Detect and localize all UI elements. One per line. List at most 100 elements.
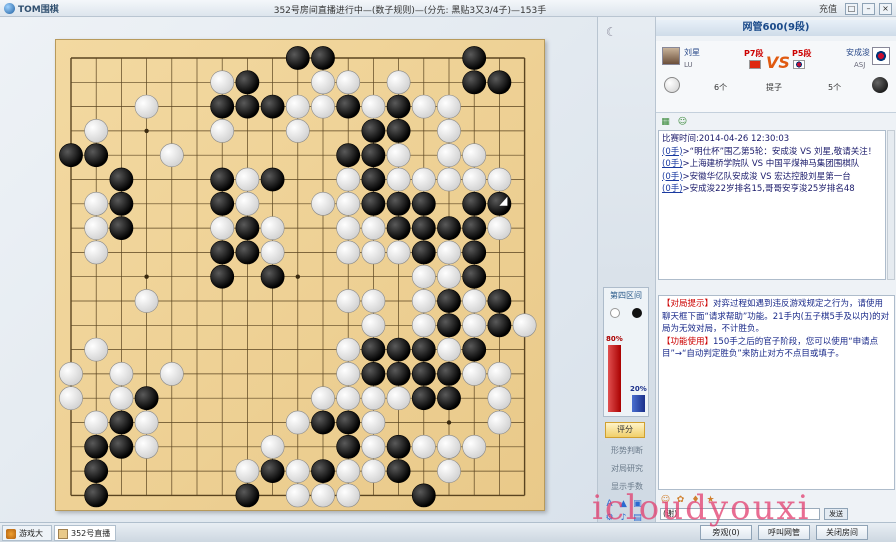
white-stone bbox=[260, 240, 285, 265]
white-stone bbox=[437, 94, 461, 119]
black-stone bbox=[386, 191, 411, 216]
restore-button[interactable]: □ bbox=[845, 2, 858, 15]
black-stone bbox=[462, 337, 487, 362]
game-study-link[interactable]: 对局研究 bbox=[598, 463, 656, 474]
person-icon[interactable]: ☺ bbox=[677, 117, 688, 128]
move-link[interactable]: (0手) bbox=[662, 184, 683, 194]
black-stone bbox=[311, 459, 335, 484]
title-bar: TOM围棋 352号房间直播进行中—(数子规则)—(分先: 黑贴3又3/4子)—… bbox=[0, 0, 896, 17]
black-player-id: ASJ bbox=[854, 61, 866, 69]
black-stone-icon bbox=[632, 308, 642, 318]
move-link[interactable]: (0手) bbox=[662, 159, 683, 169]
black-stone bbox=[59, 143, 83, 168]
white-stone bbox=[285, 94, 310, 119]
side-tool-column: ☾ 第四区间 80% 20% 评分 形势判断 对局研究 显示手数 A ▲ ▣ ⚙… bbox=[597, 17, 656, 523]
white-stone bbox=[361, 434, 386, 459]
white-stone bbox=[386, 143, 411, 168]
minimize-button[interactable]: – bbox=[862, 2, 875, 15]
close-button[interactable]: × bbox=[879, 2, 892, 15]
image-icon[interactable]: ▦ bbox=[660, 117, 671, 128]
white-stone bbox=[336, 70, 361, 95]
tip-heading: 【功能使用】 bbox=[662, 336, 714, 347]
white-stone bbox=[159, 361, 184, 386]
black-stone bbox=[386, 94, 411, 119]
white-stone bbox=[361, 459, 386, 484]
black-captures: 5个 bbox=[828, 83, 842, 92]
log-text: >上海建桥学院队 VS 中国平煤神马集团围棋队 bbox=[682, 159, 860, 169]
white-percent-bar bbox=[632, 395, 645, 412]
white-stone bbox=[437, 240, 461, 265]
black-stone bbox=[361, 119, 386, 143]
white-stone bbox=[361, 216, 386, 241]
black-stone bbox=[487, 191, 512, 216]
white-stone bbox=[437, 264, 461, 289]
white-stone bbox=[134, 94, 159, 119]
black-stone bbox=[361, 361, 386, 386]
white-stone bbox=[210, 70, 235, 95]
white-stone bbox=[361, 289, 386, 313]
move-link[interactable]: (0手) bbox=[662, 172, 683, 182]
black-player-avatar[interactable] bbox=[872, 47, 890, 65]
white-stone bbox=[462, 361, 487, 386]
korea-flag-icon bbox=[793, 60, 805, 69]
tip-heading: 【对局提示】 bbox=[662, 299, 714, 309]
black-stone bbox=[210, 264, 235, 289]
vs-label: VS bbox=[766, 53, 790, 72]
log-scrollbar[interactable] bbox=[887, 130, 895, 280]
black-player-rank: P5段 bbox=[792, 49, 812, 58]
black-stone bbox=[84, 459, 109, 484]
score-button[interactable]: 评分 bbox=[605, 422, 645, 438]
white-stone bbox=[311, 94, 335, 119]
white-stone bbox=[487, 386, 512, 411]
white-stone bbox=[487, 361, 512, 386]
white-stone bbox=[437, 167, 461, 192]
tab-live-room[interactable]: 352号直播室 bbox=[54, 525, 116, 541]
home-icon bbox=[6, 529, 16, 539]
window-title: 352号房间直播进行中—(数子规则)—(分先: 黑贴3又3/4子)—153手 bbox=[273, 6, 547, 16]
white-stone bbox=[336, 483, 361, 508]
white-stone bbox=[109, 386, 134, 411]
black-stone bbox=[411, 240, 436, 265]
black-stone bbox=[462, 191, 487, 216]
white-stone bbox=[386, 167, 411, 192]
black-stone bbox=[235, 70, 260, 95]
black-stone bbox=[487, 289, 512, 313]
white-stone bbox=[84, 216, 109, 241]
white-stone bbox=[235, 459, 260, 484]
move-link[interactable]: (0手) bbox=[662, 147, 683, 157]
white-stone bbox=[134, 434, 159, 459]
log-text: >安徽华亿队安成浚 VS 宏达控股刘星第一台 bbox=[682, 171, 851, 182]
white-stone bbox=[512, 313, 537, 338]
send-button[interactable]: 发送 bbox=[824, 508, 848, 520]
white-stone bbox=[84, 240, 109, 265]
charge-button[interactable]: 充值 bbox=[819, 2, 841, 15]
captures-label: 提子 bbox=[766, 83, 782, 92]
white-player-rank: P7段 bbox=[744, 49, 764, 58]
go-board[interactable] bbox=[55, 39, 545, 511]
black-stone bbox=[311, 46, 335, 70]
black-stone bbox=[336, 143, 361, 168]
white-stone bbox=[84, 337, 109, 362]
black-stone bbox=[235, 240, 260, 265]
black-stone bbox=[437, 289, 461, 313]
black-stone bbox=[411, 337, 436, 362]
white-stone bbox=[336, 191, 361, 216]
black-stone bbox=[462, 264, 487, 289]
black-stone bbox=[260, 264, 285, 289]
log-text: >“明仕杯”围乙第5轮：安成浚 VS 刘星,敬请关注！ bbox=[682, 146, 877, 157]
black-stone bbox=[336, 410, 361, 435]
black-stone bbox=[462, 216, 487, 241]
white-stone bbox=[336, 337, 361, 362]
black-stone-icon bbox=[872, 77, 888, 93]
board-grid[interactable] bbox=[56, 40, 546, 512]
black-stone bbox=[361, 191, 386, 216]
white-stone bbox=[311, 191, 335, 216]
situation-judge-link[interactable]: 形势判断 bbox=[598, 445, 656, 456]
white-stone bbox=[336, 289, 361, 313]
close-room-button[interactable]: 关闭房间 bbox=[816, 525, 868, 540]
white-player-avatar[interactable] bbox=[662, 47, 680, 65]
log-line: 比赛时间:2014-04-26 12:30:03 bbox=[662, 133, 882, 146]
white-stone bbox=[462, 434, 487, 459]
tab-game-lobby[interactable]: 游戏大厅 bbox=[2, 525, 52, 541]
black-percent-label: 80% bbox=[606, 335, 623, 343]
